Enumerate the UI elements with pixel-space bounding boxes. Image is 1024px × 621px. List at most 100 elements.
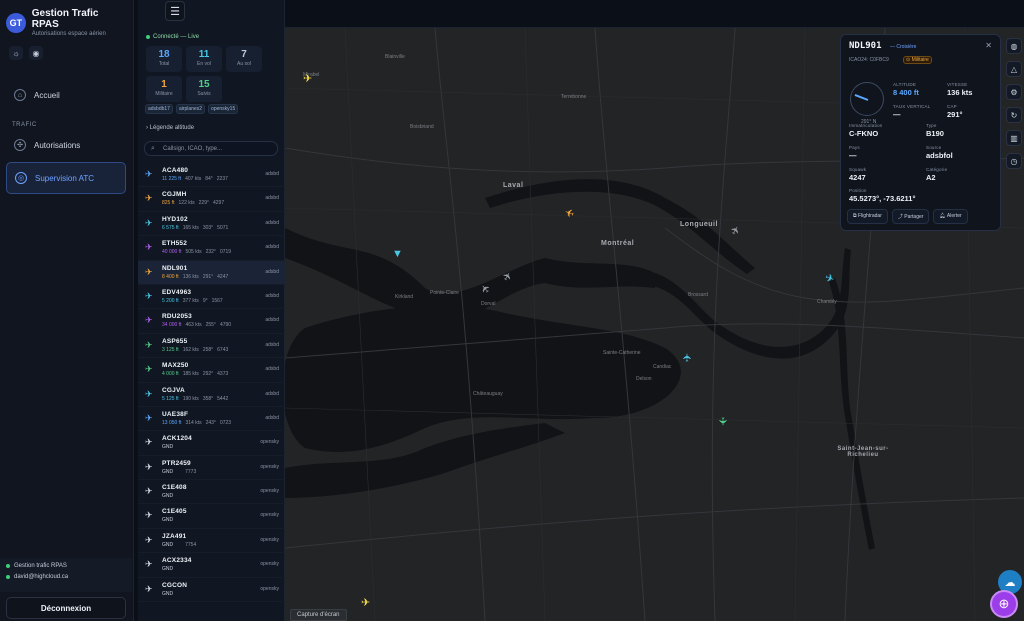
aircraft-icon: ✈ [145, 437, 153, 448]
map-label-delson: Delson [636, 376, 652, 382]
settings-icon[interactable]: ⚙ [1006, 84, 1022, 100]
brand-subtitle: Autorisations espace aérien [31, 31, 106, 37]
source-chip[interactable]: opensky15 [208, 104, 239, 114]
flight-details: 825 ft 122 kts 229° 4297 [162, 200, 225, 207]
flight-callsign: HYD102 [162, 215, 188, 223]
detail-source: Source adsbfol [926, 145, 953, 160]
flightradar-button[interactable]: ⧉ Flightradar [847, 209, 888, 224]
nav-label: Autorisations [34, 140, 81, 150]
traffic-stats: 18 Total 11 En vol 7 Au sol 1 Militaire 15 Su… [146, 46, 262, 102]
clock-icon[interactable]: ◷ [1006, 153, 1022, 169]
chart-icon[interactable]: ▥ [1006, 130, 1022, 146]
flight-row[interactable]: ✈ ACX2334 GND opensky [138, 553, 285, 578]
flight-source: opensky [260, 463, 279, 470]
flight-details: 8 400 ft 136 kts 291° 4247 [162, 273, 229, 280]
aircraft-icon: ✈ [145, 217, 153, 228]
capture-button[interactable]: Capture d'écran [290, 609, 347, 621]
main-nav: ⌂ Accueil TRAFIC ✣ Autorisations ◎ Super… [6, 84, 126, 194]
aircraft-marker[interactable]: ✈ [681, 353, 694, 362]
aircraft-icon: ✈ [145, 169, 153, 179]
detail-registration: Immatriculation C-FKNO [849, 123, 883, 138]
flight-row[interactable]: ✈ CGJMH 825 ft 122 kts 229° 4297 adsbd [138, 187, 285, 212]
flight-details: GND [162, 517, 174, 524]
close-icon[interactable]: ✕ [985, 41, 992, 50]
map-label-terrebonne: Terrebonne [561, 94, 587, 100]
flight-callsign: MAX250 [162, 362, 189, 370]
eye-icon[interactable]: ◉ [29, 46, 43, 60]
alert-button[interactable]: 🔔︎ Alerter [933, 209, 968, 224]
flight-list: ✈ ACA480 11 225 ft 407 kts 84° 2237 adsbd ✈ CGJM… [138, 163, 285, 603]
aircraft-icon: ✈ [145, 339, 153, 350]
flight-callsign: EDV4963 [162, 288, 192, 296]
refresh-icon[interactable]: ↻ [1006, 107, 1022, 123]
flight-row[interactable]: ✈ RDU2053 34 000 ft 463 kts 255° 4790 adsbd [138, 309, 285, 334]
detail-vrate: TAUX VERTICAL — [893, 104, 931, 119]
flight-callsign: C1E408 [162, 484, 187, 492]
flight-row[interactable]: ✈ NDL901 8 400 ft 136 kts 291° 4247 adsbd [138, 260, 285, 285]
footer-app: Gestion trafic RPAS [6, 563, 126, 569]
stat-militaire: 1 Militaire [146, 76, 182, 102]
aircraft-marker[interactable]: ✈ [303, 72, 312, 85]
flight-row[interactable]: ✈ ETH552 40 000 ft 505 kts 232° 0719 adsbd [138, 236, 285, 261]
map-label-candiac: Candiac [653, 364, 672, 370]
menu-toggle-icon[interactable]: ☰ [165, 1, 185, 21]
flight-callsign: ACK1204 [162, 435, 192, 443]
flight-search-input[interactable]: ⌕ Callsign, ICAO, type... [144, 141, 278, 156]
flight-row[interactable]: ✈ CGCON GND opensky [138, 578, 285, 603]
flight-row[interactable]: ✈ CGJVA 5 125 ft 190 kts 358° 5442 adsbd [138, 383, 285, 407]
flight-source: adsbd [265, 366, 279, 373]
nav-item-accueil[interactable]: ⌂ Accueil [6, 84, 126, 106]
map-label-boisbriand: Boisbriand [410, 124, 434, 130]
flight-callsign: JZA491 [162, 532, 187, 540]
map-label-saint-jean: Saint-Jean-sur-Richelieu [837, 446, 889, 458]
aircraft-marker[interactable]: ▼ [392, 248, 403, 260]
aircraft-icon: ✈ [145, 364, 153, 375]
aircraft-icon: ✈ [145, 559, 153, 570]
flight-row[interactable]: ✈ C1E408 GND opensky [138, 480, 285, 505]
flight-details: 40 000 ft 505 kts 232° 0719 [162, 249, 232, 256]
flight-row[interactable]: ✈ ASP655 3 125 ft 162 kts 258° 6743 adsbd [138, 334, 285, 359]
nav-item-autorisations[interactable]: ✣ Autorisations [6, 134, 126, 156]
flight-row[interactable]: ✈ UAE38F 13 050 ft 314 kts 243° 0723 adsbd [138, 407, 285, 432]
radar-icon[interactable]: ◍ [1006, 38, 1022, 54]
flight-source: adsbd [265, 317, 279, 324]
detail-icao: ICAO24: C0FBC9 [849, 57, 889, 63]
flight-row[interactable]: ✈ HYD102 6 575 ft 165 kts 303° 5071 adsbd [138, 212, 285, 237]
aircraft-icon: ✈ [145, 461, 153, 472]
flight-row[interactable]: ✈ ACA480 11 225 ft 407 kts 84° 2237 adsbd [138, 163, 285, 188]
detail-callsign: NDL901 [849, 41, 882, 51]
flight-row[interactable]: ✈ C1E405 GND opensky [138, 504, 285, 529]
heading-compass-icon: 291° N [850, 82, 884, 125]
aircraft-marker[interactable]: ✈ [716, 417, 729, 426]
warning-icon[interactable]: △ [1006, 61, 1022, 77]
nav-item-supervision-atc[interactable]: ◎ Supervision ATC [6, 162, 126, 194]
flight-callsign: CGJMH [162, 191, 187, 199]
source-chip[interactable]: adsbdb17 [145, 104, 173, 114]
map-label-chateauguay: Châteauguay [473, 391, 503, 397]
flight-callsign: ETH552 [162, 240, 188, 248]
flight-row[interactable]: ✈ EDV4963 5 200 ft 377 kts 9° 1567 adsbd [138, 285, 285, 310]
altitude-legend-toggle[interactable]: › Légende altitude [146, 125, 194, 131]
map-label-dorval: Dorval [481, 301, 496, 307]
footer-user: david@highcloud.ca [6, 574, 126, 580]
aircraft-marker[interactable]: ✈ [361, 596, 370, 609]
flight-source: opensky [260, 512, 279, 519]
flight-source: adsbd [265, 414, 279, 421]
app-root: GT Gestion Trafic RPAS Autorisations esp… [0, 0, 1024, 621]
share-button[interactable]: ⤴ Partager [891, 209, 930, 224]
flight-callsign: CGJVA [162, 386, 185, 394]
flight-details: 6 575 ft 165 kts 303° 5071 [162, 224, 229, 231]
flight-row[interactable]: ✈ PTR2459 GND 7773 opensky [138, 456, 285, 481]
flight-row[interactable]: ✈ ACK1204 GND opensky [138, 431, 285, 456]
assistant-icon[interactable]: ⊕ [990, 590, 1018, 618]
map-label-blainville: Blainville [385, 54, 405, 60]
flight-row[interactable]: ✈ JZA491 GND 7754 opensky [138, 529, 285, 554]
map-tool-rail: ◍ △ ⚙ ↻ ▥ ◷ [1006, 38, 1024, 176]
flight-callsign: NDL901 [162, 264, 188, 272]
sun-icon[interactable]: ☼ [9, 46, 23, 60]
flight-row[interactable]: ✈ MAX250 4 000 ft 185 kts 292° 4373 adsbd [138, 358, 285, 383]
source-chip[interactable]: airplanes2 [175, 104, 206, 114]
flight-callsign: ACA480 [162, 167, 189, 174]
map-label-montreal: Montréal [601, 240, 635, 247]
logout-button[interactable]: Déconnexion [6, 597, 126, 619]
